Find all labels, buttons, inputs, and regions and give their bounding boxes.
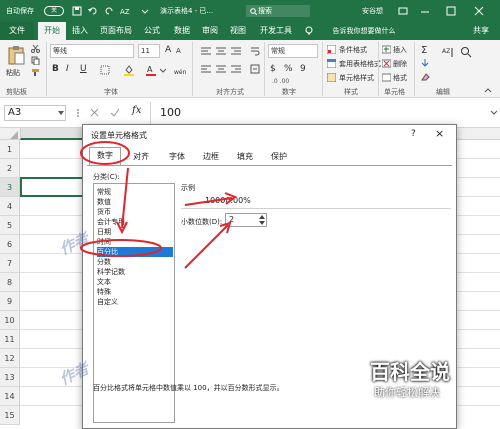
arrow-to-sample bbox=[184, 197, 233, 206]
arrow-to-percent bbox=[121, 167, 129, 229]
brand-logo: 百科全说 助你轻松解决 bbox=[370, 356, 480, 400]
arrow-to-decimal bbox=[184, 224, 229, 269]
brand-subtitle: 助你轻松解决 bbox=[374, 386, 440, 399]
highlight-number-tab-circle bbox=[80, 141, 130, 165]
brand-title: 百科全说 bbox=[370, 360, 450, 384]
highlight-percent-circle bbox=[80, 239, 162, 257]
